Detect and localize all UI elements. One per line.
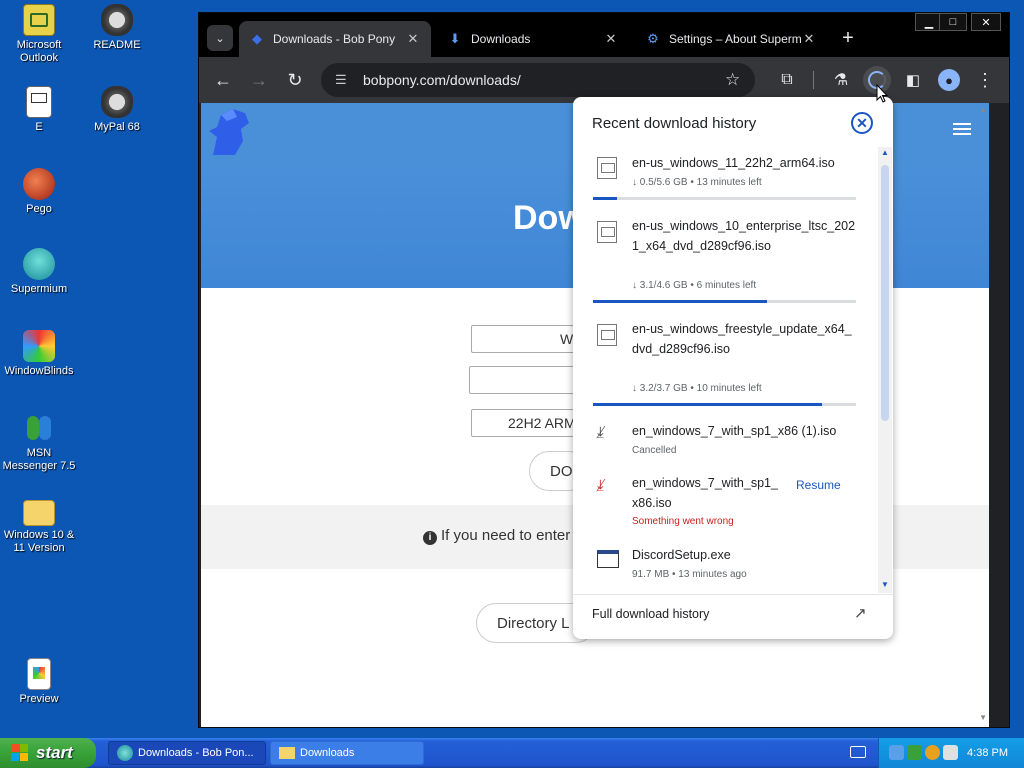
document-icon [26, 86, 52, 118]
scroll-down-arrow-icon[interactable]: ▼ [879, 580, 891, 592]
download-item[interactable]: en-us_windows_10_enterprise_ltsc_2021_x6… [573, 215, 873, 307]
download-icon: ⬇ [449, 31, 461, 46]
extensions-icon[interactable]: ⧉ [773, 66, 801, 94]
desktop-icon-readme[interactable]: README [78, 4, 156, 52]
tab-close-icon[interactable]: ✕ [405, 31, 421, 47]
keyboard-icon[interactable] [850, 746, 866, 758]
desktop-icon-e[interactable]: E [0, 86, 78, 134]
msn-icon [23, 412, 55, 444]
tab-close-icon[interactable]: ✕ [603, 31, 619, 47]
download-error-icon: ⤓̸ [597, 477, 604, 494]
toolbar-divider [813, 71, 814, 89]
reload-button[interactable]: ↻ [281, 66, 309, 94]
download-item[interactable]: ⤓̸ en_windows_7_with_sp1_x86.iso Resume … [573, 473, 873, 533]
hamburger-menu-icon[interactable] [953, 123, 971, 138]
start-button[interactable]: start [0, 738, 96, 768]
desktop-icon-windows-folder[interactable]: Windows 10 & 11 Version [0, 496, 78, 555]
desktop-icon-msn[interactable]: MSN Messenger 7.5 [0, 412, 78, 473]
maximize-button[interactable]: □ [939, 13, 967, 31]
download-off-icon: ⤓̸ [597, 424, 604, 441]
open-external-icon[interactable]: ↗ [854, 604, 872, 622]
scroll-down-arrow-icon[interactable]: ▼ [979, 713, 987, 722]
supermium-icon [117, 745, 133, 761]
folder-icon [279, 747, 295, 759]
tab-close-icon[interactable]: ✕ [801, 31, 817, 47]
folder-icon [23, 500, 55, 526]
downloads-bubble-title: Recent download history [592, 115, 757, 132]
url-text[interactable]: bobpony.com/downloads/ [363, 72, 725, 88]
file-icon [597, 324, 617, 346]
scroll-up-arrow-icon[interactable]: ▲ [979, 105, 987, 114]
scroll-up-arrow-icon[interactable]: ▲ [879, 148, 891, 160]
windows-flag-icon [10, 743, 30, 763]
close-button[interactable]: ✕ [971, 13, 1001, 31]
desktop-icon-pego[interactable]: Pego [0, 168, 78, 216]
pego-icon [23, 168, 55, 200]
taskbar: start Downloads - Bob Pon... Downloads 4… [0, 738, 1024, 768]
gear-icon: ⚙ [647, 31, 659, 46]
info-text: If you need to enter [441, 527, 571, 544]
avatar-icon: ● [938, 69, 960, 91]
info-circle-icon: i [423, 531, 437, 545]
full-history-row[interactable]: Full download history ↗ [573, 594, 893, 639]
tab-settings[interactable]: ⚙ Settings – About Supermium ✕ [635, 21, 827, 57]
site-info-icon[interactable]: ☰ [335, 72, 351, 88]
search-tray-icon[interactable] [925, 745, 940, 760]
bobpony-logo-icon [209, 109, 249, 155]
desktop-icon-preview[interactable]: Preview [0, 658, 78, 706]
file-icon [597, 157, 617, 179]
supermium-icon [23, 248, 55, 280]
address-bar[interactable]: ☰ bobpony.com/downloads/ ☆ [321, 63, 755, 97]
tab-strip: ⌄ ◆ Downloads - Bob Pony ✕ ⬇ Downloads ✕… [199, 13, 1009, 57]
menu-kebab-icon[interactable]: ⋮ [971, 66, 999, 94]
full-history-link[interactable]: Full download history [592, 607, 709, 621]
volume-icon[interactable] [943, 745, 958, 760]
bobpony-favicon: ◆ [252, 31, 262, 46]
download-item[interactable]: en-us_windows_freestyle_update_x64_dvd_d… [573, 318, 873, 410]
download-item[interactable]: DiscordSetup.exe 91.7 MB • 13 minutes ag… [573, 545, 873, 585]
scrollbar-thumb[interactable] [881, 165, 889, 421]
messenger-tray-icon[interactable] [907, 745, 922, 760]
desktop-icon-windowblinds[interactable]: WindowBlinds [0, 330, 78, 378]
desktop-icon-outlook[interactable]: Microsoft Outlook [0, 4, 78, 65]
tab-downloads-bobpony[interactable]: ◆ Downloads - Bob Pony ✕ [239, 21, 431, 57]
bookmark-star-icon[interactable]: ☆ [725, 70, 755, 90]
labs-flask-icon[interactable]: ⚗ [827, 66, 855, 94]
side-panel-icon[interactable]: ◧ [899, 66, 927, 94]
download-item[interactable]: ⤓̸ en_windows_7_with_sp1_x86 (1).iso Can… [573, 420, 873, 460]
executable-icon [597, 550, 619, 568]
network-icon[interactable] [889, 745, 904, 760]
outlook-icon [23, 4, 55, 36]
mouse-cursor-icon [876, 84, 888, 103]
raccoon-icon [101, 86, 133, 118]
download-item[interactable]: en-us_windows_11_22h2_arm64.iso ↓ 0.5/5.… [573, 153, 873, 203]
close-icon[interactable]: ✕ [851, 112, 873, 134]
tab-downloads[interactable]: ⬇ Downloads ✕ [437, 21, 629, 57]
progress-bar [593, 197, 856, 200]
progress-bar [593, 300, 856, 303]
progress-bar [593, 403, 856, 406]
raccoon-icon [101, 4, 133, 36]
back-button[interactable]: ← [209, 66, 237, 94]
preview-icon [27, 658, 51, 690]
tab-search-button[interactable]: ⌄ [207, 25, 233, 51]
downloads-scrollbar[interactable]: ▲ ▼ [878, 147, 892, 593]
system-tray: 4:38 PM [878, 738, 1024, 768]
windowblinds-icon [23, 330, 55, 362]
profile-avatar[interactable]: ● [935, 66, 963, 94]
taskbar-item-browser[interactable]: Downloads - Bob Pon... [108, 741, 266, 765]
desktop-icon-supermium[interactable]: Supermium [0, 248, 78, 296]
new-tab-button[interactable]: + [835, 25, 861, 51]
clock[interactable]: 4:38 PM [967, 747, 1008, 759]
forward-button[interactable]: → [245, 66, 273, 94]
downloads-bubble: Recent download history ✕ en-us_windows_… [573, 97, 893, 639]
file-icon [597, 221, 617, 243]
desktop-icon-mypal[interactable]: MyPal 68 [78, 86, 156, 134]
resume-button[interactable]: Resume [796, 478, 841, 492]
taskbar-item-downloads[interactable]: Downloads [270, 741, 424, 765]
